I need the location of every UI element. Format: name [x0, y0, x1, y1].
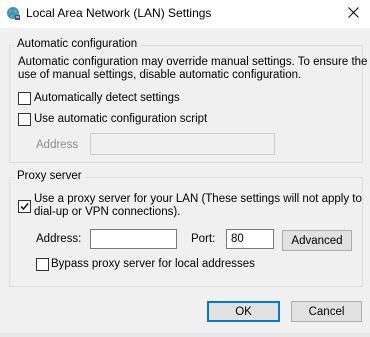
auto-config-description-line2: use of manual settings, disable automati…: [18, 69, 302, 81]
script-address-input[interactable]: [90, 133, 275, 155]
use-proxy-checkbox[interactable]: [18, 200, 31, 213]
advanced-button-label: Advanced: [291, 234, 343, 247]
cancel-button-label: Cancel: [308, 305, 345, 318]
ok-button[interactable]: OK: [207, 301, 280, 322]
proxy-address-label: Address:: [36, 233, 82, 245]
use-proxy-label-line1[interactable]: Use a proxy server for your LAN (These s…: [34, 193, 362, 205]
auto-detect-checkbox[interactable]: [18, 92, 31, 105]
close-icon: [347, 6, 359, 18]
auto-detect-label[interactable]: Automatically detect settings: [34, 92, 180, 104]
auto-config-group-label: Automatic configuration: [14, 38, 141, 50]
cancel-button[interactable]: Cancel: [291, 301, 362, 322]
proxy-port-label: Port:: [191, 233, 216, 245]
window-bottom-edge: [0, 333, 370, 337]
ok-button-label: OK: [235, 305, 252, 318]
network-globe-icon: [6, 6, 21, 21]
auto-config-description-line1: Automatic configuration may override man…: [18, 56, 368, 68]
close-button[interactable]: [336, 0, 370, 24]
bypass-local-label[interactable]: Bypass proxy server for local addresses: [51, 258, 255, 270]
title-bar: Local Area Network (LAN) Settings: [0, 0, 370, 28]
proxy-port-input[interactable]: [226, 229, 274, 249]
bypass-local-checkbox[interactable]: [36, 258, 49, 271]
checkmark-icon: [20, 203, 29, 211]
advanced-button[interactable]: Advanced: [282, 230, 352, 251]
proxy-server-group-label: Proxy server: [14, 170, 85, 182]
window-title: Local Area Network (LAN) Settings: [26, 6, 212, 20]
auto-script-label[interactable]: Use automatic configuration script: [34, 113, 207, 125]
script-address-label: Address: [36, 139, 79, 151]
use-proxy-label-line2[interactable]: dial-up or VPN connections).: [34, 206, 180, 218]
proxy-address-input[interactable]: [90, 229, 177, 249]
auto-script-checkbox[interactable]: [18, 113, 31, 126]
